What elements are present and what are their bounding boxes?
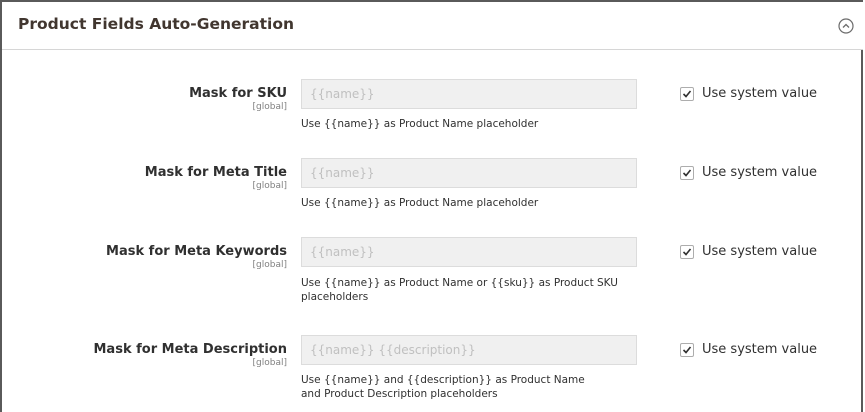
use-system-value-checkbox[interactable]: [680, 86, 694, 101]
use-system-value-meta-keywords[interactable]: Use system value: [680, 244, 817, 259]
use-system-value-label: Use system value: [702, 165, 818, 180]
checkmark-icon: [682, 168, 692, 177]
scope-label: [global]: [252, 358, 287, 368]
field-note: Use {{name}} as Product Name placeholder: [301, 197, 539, 209]
use-system-value-label: Use system value: [702, 86, 818, 101]
use-system-value-label: Use system value: [702, 244, 818, 259]
field-label-wrap: Mask for Meta Keywords [global]: [106, 244, 287, 271]
checkmark-icon: [682, 247, 692, 256]
checkmark-icon: [682, 345, 692, 354]
mask-meta-keywords-input[interactable]: [301, 237, 637, 267]
scope-label: [global]: [252, 181, 287, 191]
scope-label: [global]: [252, 260, 287, 270]
field-label: Mask for Meta Description: [93, 342, 288, 357]
mask-meta-description-input[interactable]: [301, 335, 637, 365]
field-note: Use {{name}} as Product Name or {{sku}} …: [301, 277, 618, 303]
field-note: Use {{name}} as Product Name placeholder: [301, 118, 539, 130]
mask-sku-input[interactable]: [301, 79, 637, 109]
mask-meta-title-input[interactable]: [301, 158, 637, 188]
field-label-wrap: Mask for SKU [global]: [189, 86, 287, 113]
use-system-value-checkbox[interactable]: [680, 342, 694, 357]
section-header[interactable]: Product Fields Auto-Generation: [2, 2, 863, 50]
section-title: Product Fields Auto-Generation: [18, 15, 295, 33]
use-system-value-meta-title[interactable]: Use system value: [680, 165, 817, 180]
field-note: Use {{name}} and {{description}} as Prod…: [301, 374, 585, 400]
field-label: Mask for Meta Title: [144, 165, 287, 180]
collapse-icon[interactable]: [838, 18, 854, 34]
use-system-value-checkbox[interactable]: [680, 244, 694, 259]
use-system-value-label: Use system value: [702, 342, 818, 357]
checkmark-icon: [682, 89, 692, 98]
field-label-wrap: Mask for Meta Description [global]: [94, 342, 288, 369]
field-label: Mask for SKU: [189, 86, 287, 101]
use-system-value-meta-description[interactable]: Use system value: [680, 342, 817, 357]
use-system-value-checkbox[interactable]: [680, 165, 694, 180]
field-label: Mask for Meta Keywords: [106, 244, 287, 259]
scope-label: [global]: [252, 102, 287, 112]
field-label-wrap: Mask for Meta Title [global]: [145, 165, 287, 192]
use-system-value-sku[interactable]: Use system value: [680, 86, 817, 101]
